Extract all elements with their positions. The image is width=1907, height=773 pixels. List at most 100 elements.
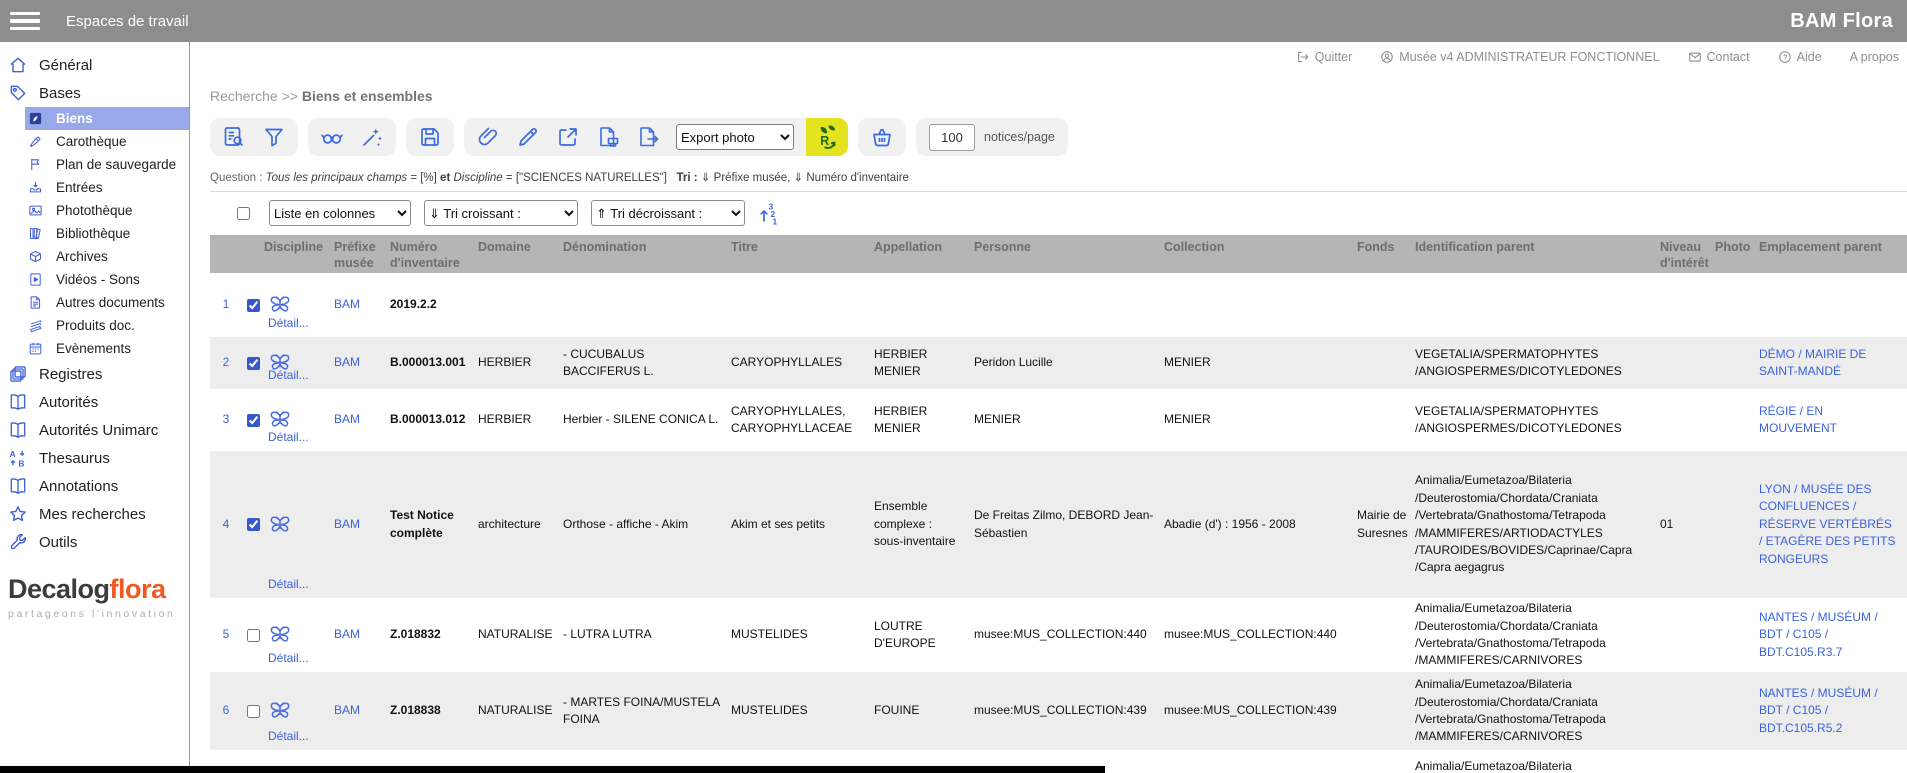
detail-link[interactable]: Détail... bbox=[268, 728, 309, 745]
cell-emplacement-parent[interactable]: LYON / MUSÉE DES CONFLUENCES / RÉSERVE V… bbox=[1759, 451, 1907, 598]
row-number[interactable]: 2 bbox=[210, 337, 242, 389]
magic-wand-button[interactable] bbox=[360, 125, 384, 149]
apropos-link[interactable]: A propos bbox=[1850, 50, 1899, 64]
sidebar-item-label: Carothèque bbox=[56, 134, 127, 149]
cell-prefixe-musee[interactable]: BAM bbox=[334, 598, 390, 672]
cell-fonds bbox=[1357, 389, 1415, 451]
cell-domaine: NATURALISE bbox=[478, 598, 563, 672]
sidebar-item-autorites-unimarc[interactable]: Autorités Unimarc bbox=[0, 416, 189, 444]
select-all-checkbox[interactable] bbox=[237, 207, 250, 220]
sort-ascending-select[interactable]: ⇓ Tri croissant : bbox=[424, 200, 578, 226]
detail-link[interactable]: Détail... bbox=[268, 429, 309, 446]
cell-personne: MENIER bbox=[974, 389, 1164, 451]
export-document-button[interactable] bbox=[636, 125, 660, 149]
cell-denomination: Orthose - affiche - Akim bbox=[563, 451, 731, 598]
run-export-button[interactable] bbox=[806, 118, 848, 156]
cell-fonds bbox=[1357, 598, 1415, 672]
sidebar-item-mes-recherches[interactable]: Mes recherches bbox=[0, 500, 189, 528]
attach-button[interactable] bbox=[476, 125, 500, 149]
user-account-link[interactable]: Musée v4 ADMINISTRATEUR FONCTIONNEL bbox=[1380, 50, 1659, 64]
contact-link[interactable]: Contact bbox=[1688, 50, 1750, 64]
sidebar-item-bases[interactable]: Bases bbox=[0, 79, 189, 107]
sidebar-item-archives[interactable]: Archives bbox=[25, 245, 189, 268]
row-checkbox[interactable] bbox=[247, 414, 260, 427]
sidebar-item-autres-documents[interactable]: Autres documents bbox=[25, 291, 189, 314]
cell-emplacement-parent[interactable]: RÉGIE / EN MOUVEMENT bbox=[1759, 389, 1907, 451]
sidebar-item-plan-de-sauvegarde[interactable]: Plan de sauvegarde bbox=[25, 153, 189, 176]
detail-link[interactable]: Détail... bbox=[268, 576, 309, 593]
sidebar-item-phototheque[interactable]: Photothèque bbox=[25, 199, 189, 222]
cell-photo bbox=[1715, 598, 1759, 672]
cell-prefixe-musee[interactable]: BAM bbox=[334, 273, 390, 337]
table-row: 2Détail...BAMB.000013.001HERBIER- CUCUBA… bbox=[210, 337, 1907, 389]
row-checkbox[interactable] bbox=[247, 299, 260, 312]
biens-icon bbox=[28, 111, 43, 126]
sidebar-item-label: Thesaurus bbox=[39, 450, 110, 467]
sort-order-button[interactable] bbox=[758, 201, 780, 226]
sidebar-item-label: Annotations bbox=[39, 478, 118, 495]
sidebar-item-annotations[interactable]: Annotations bbox=[0, 472, 189, 500]
cell-prefixe-musee[interactable]: BAM bbox=[334, 451, 390, 598]
cell-emplacement-parent[interactable] bbox=[1759, 273, 1907, 337]
sidebar-item-entrees[interactable]: Entrées bbox=[25, 176, 189, 199]
cell-emplacement-parent[interactable]: NANTES / MUSÉUM / BDT / C105 / BDT.C105.… bbox=[1759, 598, 1907, 672]
breadcrumb-current: Biens et ensembles bbox=[302, 88, 433, 104]
row-checkbox[interactable] bbox=[247, 705, 260, 718]
basket-button[interactable] bbox=[870, 125, 894, 149]
edit-button[interactable] bbox=[516, 125, 540, 149]
save-button[interactable] bbox=[418, 125, 442, 149]
flag-icon bbox=[28, 157, 43, 172]
cell-prefixe-musee[interactable]: BAM bbox=[334, 672, 390, 750]
doc-icon bbox=[28, 295, 43, 310]
row-checkbox[interactable] bbox=[247, 518, 260, 531]
sidebar-item-biens[interactable]: Biens bbox=[25, 107, 189, 130]
aide-label: Aide bbox=[1797, 50, 1822, 64]
row-number[interactable]: 6 bbox=[210, 672, 242, 750]
sort-descending-select[interactable]: ⇑ Tri décroissant : bbox=[591, 200, 745, 226]
detail-link[interactable]: Détail... bbox=[268, 367, 309, 384]
hamburger-menu-icon[interactable] bbox=[10, 8, 40, 35]
filter-button[interactable] bbox=[262, 125, 286, 149]
export-photo-select[interactable]: Export photo bbox=[676, 124, 794, 150]
row-number[interactable]: 4 bbox=[210, 451, 242, 598]
print-document-button[interactable] bbox=[596, 125, 620, 149]
aide-link[interactable]: Aide bbox=[1778, 50, 1822, 64]
row-number[interactable]: 5 bbox=[210, 598, 242, 672]
detail-link[interactable]: Détail... bbox=[268, 650, 309, 667]
cell-emplacement-parent[interactable]: DÉMO / MAIRIE DE SAINT-MANDÉ bbox=[1759, 337, 1907, 389]
sidebar-item-produits-doc[interactable]: Produits doc. bbox=[25, 314, 189, 337]
sidebar-item-registres[interactable]: Registres bbox=[0, 360, 189, 388]
row-number[interactable]: 1 bbox=[210, 273, 242, 337]
sidebar-item-evenements[interactable]: Evènements bbox=[25, 337, 189, 360]
view-button[interactable] bbox=[320, 125, 344, 149]
sidebar-item-bibliotheque[interactable]: Bibliothèque bbox=[25, 222, 189, 245]
results-list-button[interactable] bbox=[222, 125, 246, 149]
row-number[interactable]: 3 bbox=[210, 389, 242, 451]
cell-prefixe-musee[interactable]: BAM bbox=[334, 337, 390, 389]
row-checkbox[interactable] bbox=[247, 357, 260, 370]
sidebar-item-thesaurus[interactable]: Thesaurus bbox=[0, 444, 189, 472]
cell-emplacement-parent[interactable] bbox=[1759, 750, 1907, 773]
sidebar-item-outils[interactable]: Outils bbox=[0, 528, 189, 556]
cell-domaine: HERBIER bbox=[478, 337, 563, 389]
sidebar-item-autorites[interactable]: Autorités bbox=[0, 388, 189, 416]
cell-personne: musee:MUS_COLLECTION:439 bbox=[974, 672, 1164, 750]
butterfly-icon bbox=[268, 700, 292, 722]
column-header-discipline: Discipline bbox=[264, 239, 334, 273]
row-checkbox[interactable] bbox=[247, 629, 260, 642]
cell-collection: MENIER bbox=[1164, 337, 1357, 389]
top-bar: Espaces de travail BAM Flora bbox=[0, 0, 1907, 42]
notices-per-page-input[interactable] bbox=[929, 124, 975, 151]
cell-photo bbox=[1715, 672, 1759, 750]
external-link-button[interactable] bbox=[556, 125, 580, 149]
quitter-link[interactable]: Quitter bbox=[1296, 50, 1353, 64]
cell-prefixe-musee[interactable]: BAM bbox=[334, 389, 390, 451]
sidebar-item-videos-sons[interactable]: Vidéos - Sons bbox=[25, 268, 189, 291]
calendar-icon bbox=[28, 341, 43, 356]
detail-link[interactable]: Détail... bbox=[268, 315, 309, 332]
butterfly-icon bbox=[268, 294, 292, 316]
sidebar-item-carotheque[interactable]: Carothèque bbox=[25, 130, 189, 153]
sidebar-item-general[interactable]: Général bbox=[0, 51, 189, 79]
cell-emplacement-parent[interactable]: NANTES / MUSÉUM / BDT / C105 / BDT.C105.… bbox=[1759, 672, 1907, 750]
display-mode-select[interactable]: Liste en colonnes bbox=[269, 200, 411, 226]
